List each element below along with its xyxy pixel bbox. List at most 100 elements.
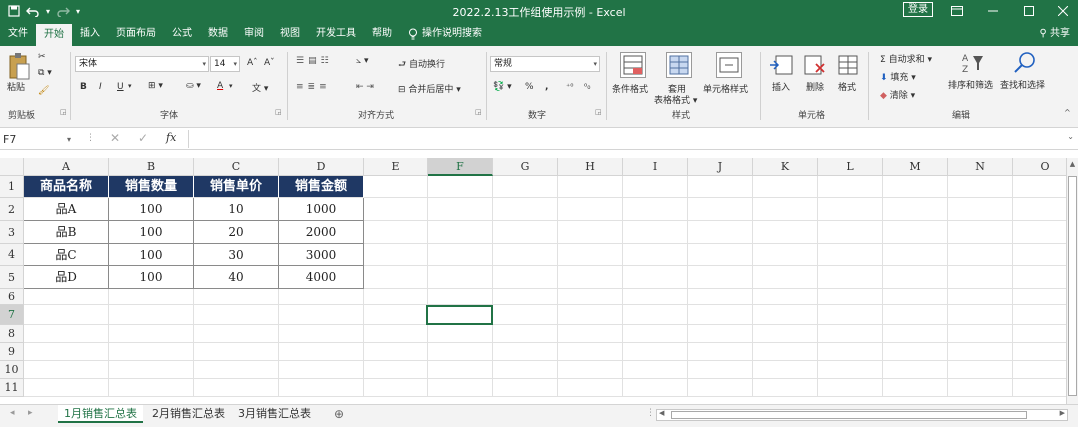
cell-n3[interactable]	[948, 221, 1013, 244]
format-cells-icon[interactable]	[836, 52, 862, 78]
cell-n7[interactable]	[948, 305, 1013, 325]
cell-m5[interactable]	[883, 266, 948, 289]
cell-l2[interactable]	[818, 198, 883, 221]
font-color-dropdown-icon[interactable]: ▾	[229, 82, 233, 90]
column-header-a[interactable]: A	[24, 158, 109, 176]
table-data-cell[interactable]: 4000	[279, 266, 364, 289]
cell-e6[interactable]	[364, 289, 428, 305]
cell-g2[interactable]	[493, 198, 558, 221]
cell-f1[interactable]	[428, 176, 493, 198]
cell-h7[interactable]	[558, 305, 623, 325]
table-data-cell[interactable]: 100	[109, 221, 194, 244]
cell-h3[interactable]	[558, 221, 623, 244]
cell-g9[interactable]	[493, 343, 558, 361]
cell-b6[interactable]	[109, 289, 194, 305]
cell-h4[interactable]	[558, 244, 623, 266]
cell-j10[interactable]	[688, 361, 753, 379]
cell-a8[interactable]	[24, 325, 109, 343]
cell-m9[interactable]	[883, 343, 948, 361]
cell-l9[interactable]	[818, 343, 883, 361]
cell-n6[interactable]	[948, 289, 1013, 305]
cell-g3[interactable]	[493, 221, 558, 244]
table-data-cell[interactable]: 30	[194, 244, 279, 266]
clear-button[interactable]: ◆ 清除 ▾	[880, 88, 915, 101]
cell-a9[interactable]	[24, 343, 109, 361]
share-button[interactable]: ⚲ 共享	[1039, 22, 1070, 46]
insert-function-button[interactable]: fx	[166, 131, 176, 144]
cell-g11[interactable]	[493, 379, 558, 397]
cell-i7[interactable]	[623, 305, 688, 325]
cell-h6[interactable]	[558, 289, 623, 305]
cell-l11[interactable]	[818, 379, 883, 397]
worksheet-grid[interactable]: ABCDEFGHIJKLMNO 1 2 3 4 5 6 7 8 9 10 11 商品名称 销售数量 销售…	[0, 158, 1078, 404]
cell-a10[interactable]	[24, 361, 109, 379]
cell-m2[interactable]	[883, 198, 948, 221]
cell-l4[interactable]	[818, 244, 883, 266]
cell-i4[interactable]	[623, 244, 688, 266]
cell-b9[interactable]	[109, 343, 194, 361]
sort-filter-icon[interactable]: AZ	[960, 50, 986, 76]
cell-m1[interactable]	[883, 176, 948, 198]
column-header-k[interactable]: K	[753, 158, 818, 176]
new-sheet-icon[interactable]: ⊕	[334, 407, 344, 421]
cell-h2[interactable]	[558, 198, 623, 221]
table-data-cell[interactable]: 1000	[279, 198, 364, 221]
cell-b7[interactable]	[109, 305, 194, 325]
cell-f10[interactable]	[428, 361, 493, 379]
tab-file[interactable]: 文件	[0, 22, 36, 46]
tab-data[interactable]: 数据	[200, 22, 236, 46]
orientation-icon[interactable]: ⦣ ▾	[356, 56, 369, 66]
tab-view[interactable]: 视图	[272, 22, 308, 46]
cell-j1[interactable]	[688, 176, 753, 198]
cell-c6[interactable]	[194, 289, 279, 305]
cell-h10[interactable]	[558, 361, 623, 379]
cell-n2[interactable]	[948, 198, 1013, 221]
cell-g8[interactable]	[493, 325, 558, 343]
row-header-5[interactable]: 5	[0, 266, 24, 289]
grow-font-icon[interactable]: Aˆ	[247, 58, 258, 68]
paste-icon[interactable]	[8, 52, 34, 80]
cell-k2[interactable]	[753, 198, 818, 221]
cell-e3[interactable]	[364, 221, 428, 244]
cut-icon[interactable]: ✂	[38, 52, 46, 62]
cell-k11[interactable]	[753, 379, 818, 397]
row-header-7[interactable]: 7	[0, 305, 24, 325]
save-icon[interactable]	[8, 5, 20, 17]
shrink-font-icon[interactable]: Aˇ	[264, 58, 275, 68]
fill-button[interactable]: ⬇ 填充 ▾	[880, 70, 916, 83]
horizontal-scrollbar[interactable]: ◀ ▶	[656, 409, 1068, 421]
cell-h5[interactable]	[558, 266, 623, 289]
bold-button[interactable]: B	[80, 82, 87, 92]
column-header-n[interactable]: N	[948, 158, 1013, 176]
tab-developer[interactable]: 开发工具	[308, 22, 364, 46]
cell-j6[interactable]	[688, 289, 753, 305]
table-data-cell[interactable]: 100	[109, 266, 194, 289]
clipboard-launcher-icon[interactable]: ◲	[60, 108, 67, 116]
cell-m8[interactable]	[883, 325, 948, 343]
table-data-cell[interactable]: 100	[109, 198, 194, 221]
cell-k7[interactable]	[753, 305, 818, 325]
horizontal-align-icons[interactable]: ≡≣≡	[296, 82, 331, 92]
cell-f8[interactable]	[428, 325, 493, 343]
next-sheet-icon[interactable]: ▸	[28, 408, 33, 418]
table-data-cell[interactable]: 品A	[24, 198, 109, 221]
copy-icon[interactable]: ⧉ ▾	[38, 68, 52, 78]
cell-n8[interactable]	[948, 325, 1013, 343]
cell-i11[interactable]	[623, 379, 688, 397]
undo-dropdown-icon[interactable]: ▾	[46, 7, 50, 16]
vertical-align-icons[interactable]: ☰▤☷	[296, 56, 333, 66]
row-header-3[interactable]: 3	[0, 221, 24, 244]
paste-label[interactable]: 粘贴	[7, 80, 25, 93]
cell-d8[interactable]	[279, 325, 364, 343]
number-format-combo[interactable]: 常规 ▾	[490, 56, 600, 72]
cell-i1[interactable]	[623, 176, 688, 198]
cell-l10[interactable]	[818, 361, 883, 379]
cell-d9[interactable]	[279, 343, 364, 361]
scroll-up-icon[interactable]: ▲	[1068, 160, 1077, 170]
vertical-scrollbar[interactable]: ▲	[1066, 158, 1078, 404]
cell-n9[interactable]	[948, 343, 1013, 361]
cell-k1[interactable]	[753, 176, 818, 198]
prev-sheet-icon[interactable]: ◂	[10, 408, 15, 418]
horizontal-scroll-thumb[interactable]	[671, 411, 1027, 419]
percent-button[interactable]: %	[525, 82, 534, 92]
